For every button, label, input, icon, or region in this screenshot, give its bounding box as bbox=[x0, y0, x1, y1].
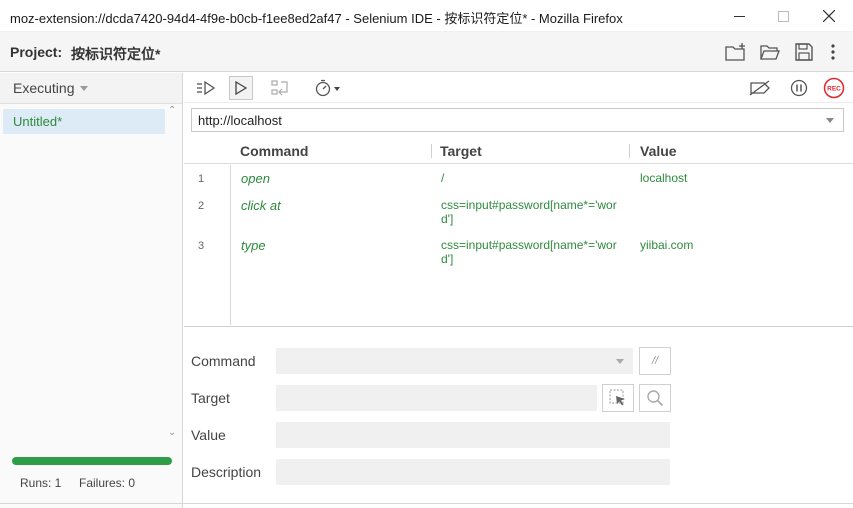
new-suite-icon[interactable] bbox=[724, 40, 748, 64]
maximize-icon[interactable] bbox=[760, 0, 806, 32]
command-editor: Command // Target Value Description bbox=[184, 326, 853, 508]
target-field[interactable] bbox=[276, 385, 597, 411]
close-icon[interactable] bbox=[806, 0, 852, 32]
header-value: Value bbox=[640, 143, 677, 159]
step-over-icon[interactable] bbox=[268, 76, 292, 100]
window-titlebar: moz-extension://dcda7420-94d4-4f9e-b0cb-… bbox=[0, 0, 853, 32]
row-value: localhost bbox=[640, 171, 688, 185]
test-sidebar: Executing Untitled* ⌃ ⌄ Runs: 1 Failures… bbox=[0, 73, 183, 508]
save-icon[interactable] bbox=[792, 40, 816, 64]
find-target-button[interactable] bbox=[639, 384, 671, 412]
chevron-down-icon[interactable] bbox=[826, 118, 834, 123]
chevron-down-icon[interactable] bbox=[616, 359, 624, 364]
column-divider[interactable] bbox=[629, 144, 630, 158]
record-label: REC bbox=[827, 86, 841, 93]
project-header: Project: 按标识符定位* bbox=[0, 32, 853, 72]
row-target: css=input#password[name*='word'] bbox=[441, 198, 617, 226]
target-select-icon bbox=[609, 389, 625, 406]
run-all-icon[interactable] bbox=[194, 76, 218, 100]
command-field[interactable] bbox=[276, 348, 633, 374]
project-label: Project: bbox=[10, 44, 63, 60]
project-name[interactable]: 按标识符定位* bbox=[71, 44, 160, 64]
comment-toggle-button[interactable]: // bbox=[639, 347, 671, 375]
row-number: 3 bbox=[198, 240, 205, 252]
pause-icon[interactable] bbox=[787, 76, 811, 100]
window-bottom-border bbox=[0, 503, 853, 504]
run-toolbar: REC bbox=[184, 73, 853, 103]
row-number: 1 bbox=[198, 173, 205, 185]
more-vert-icon[interactable] bbox=[821, 40, 845, 64]
table-row[interactable]: 1 open / localhost bbox=[184, 171, 853, 197]
window-title: moz-extension://dcda7420-94d4-4f9e-b0cb-… bbox=[10, 11, 623, 26]
value-input[interactable] bbox=[276, 422, 670, 448]
command-label: Command bbox=[191, 353, 256, 369]
run-current-icon[interactable] bbox=[229, 76, 253, 100]
value-field[interactable] bbox=[276, 422, 670, 448]
row-command: click at bbox=[241, 198, 281, 213]
disable-breakpoints-icon[interactable] bbox=[748, 76, 772, 100]
description-input[interactable] bbox=[276, 459, 670, 485]
base-url-input[interactable] bbox=[192, 109, 812, 131]
failures-count: Failures: 0 bbox=[79, 476, 136, 490]
header-target: Target bbox=[440, 143, 482, 159]
header-command: Command bbox=[240, 143, 309, 159]
commands-table-header: Command Target Value bbox=[184, 138, 853, 164]
table-row[interactable]: 3 type css=input#password[name*='word'] … bbox=[184, 238, 853, 274]
open-folder-icon[interactable] bbox=[758, 40, 782, 64]
command-input[interactable] bbox=[276, 348, 633, 374]
target-label: Target bbox=[191, 390, 230, 406]
scroll-down-icon[interactable]: ⌄ bbox=[168, 427, 176, 438]
target-input[interactable] bbox=[276, 385, 597, 411]
row-number: 2 bbox=[198, 200, 205, 212]
value-label: Value bbox=[191, 427, 226, 443]
chevron-down-icon bbox=[80, 86, 88, 91]
run-progress-bar bbox=[12, 457, 172, 465]
description-label: Description bbox=[191, 464, 262, 480]
select-target-button[interactable] bbox=[602, 384, 634, 412]
row-target: / bbox=[441, 171, 445, 185]
execution-mode-label: Executing bbox=[13, 80, 75, 96]
test-item-label: Untitled* bbox=[13, 114, 63, 129]
row-command: type bbox=[241, 238, 266, 253]
test-item-untitled[interactable]: Untitled* bbox=[3, 109, 165, 134]
runs-count: Runs: 1 bbox=[20, 476, 62, 490]
minimize-icon[interactable] bbox=[716, 0, 762, 32]
scroll-up-icon[interactable]: ⌃ bbox=[168, 105, 176, 116]
description-field[interactable] bbox=[276, 459, 670, 485]
base-url-combobox[interactable] bbox=[191, 108, 844, 132]
commands-table: 1 open / localhost 2 click at css=input#… bbox=[184, 165, 853, 325]
speed-timer-icon[interactable] bbox=[311, 76, 347, 100]
search-icon bbox=[647, 390, 664, 407]
execution-mode-dropdown[interactable]: Executing bbox=[0, 73, 182, 104]
column-divider[interactable] bbox=[431, 144, 432, 158]
row-command: open bbox=[241, 171, 270, 186]
row-value: yiibai.com bbox=[640, 238, 694, 252]
record-icon[interactable]: REC bbox=[822, 76, 846, 100]
row-target: css=input#password[name*='word'] bbox=[441, 238, 617, 266]
comment-toggle-label: // bbox=[651, 355, 659, 367]
table-row[interactable]: 2 click at css=input#password[name*='wor… bbox=[184, 198, 853, 234]
